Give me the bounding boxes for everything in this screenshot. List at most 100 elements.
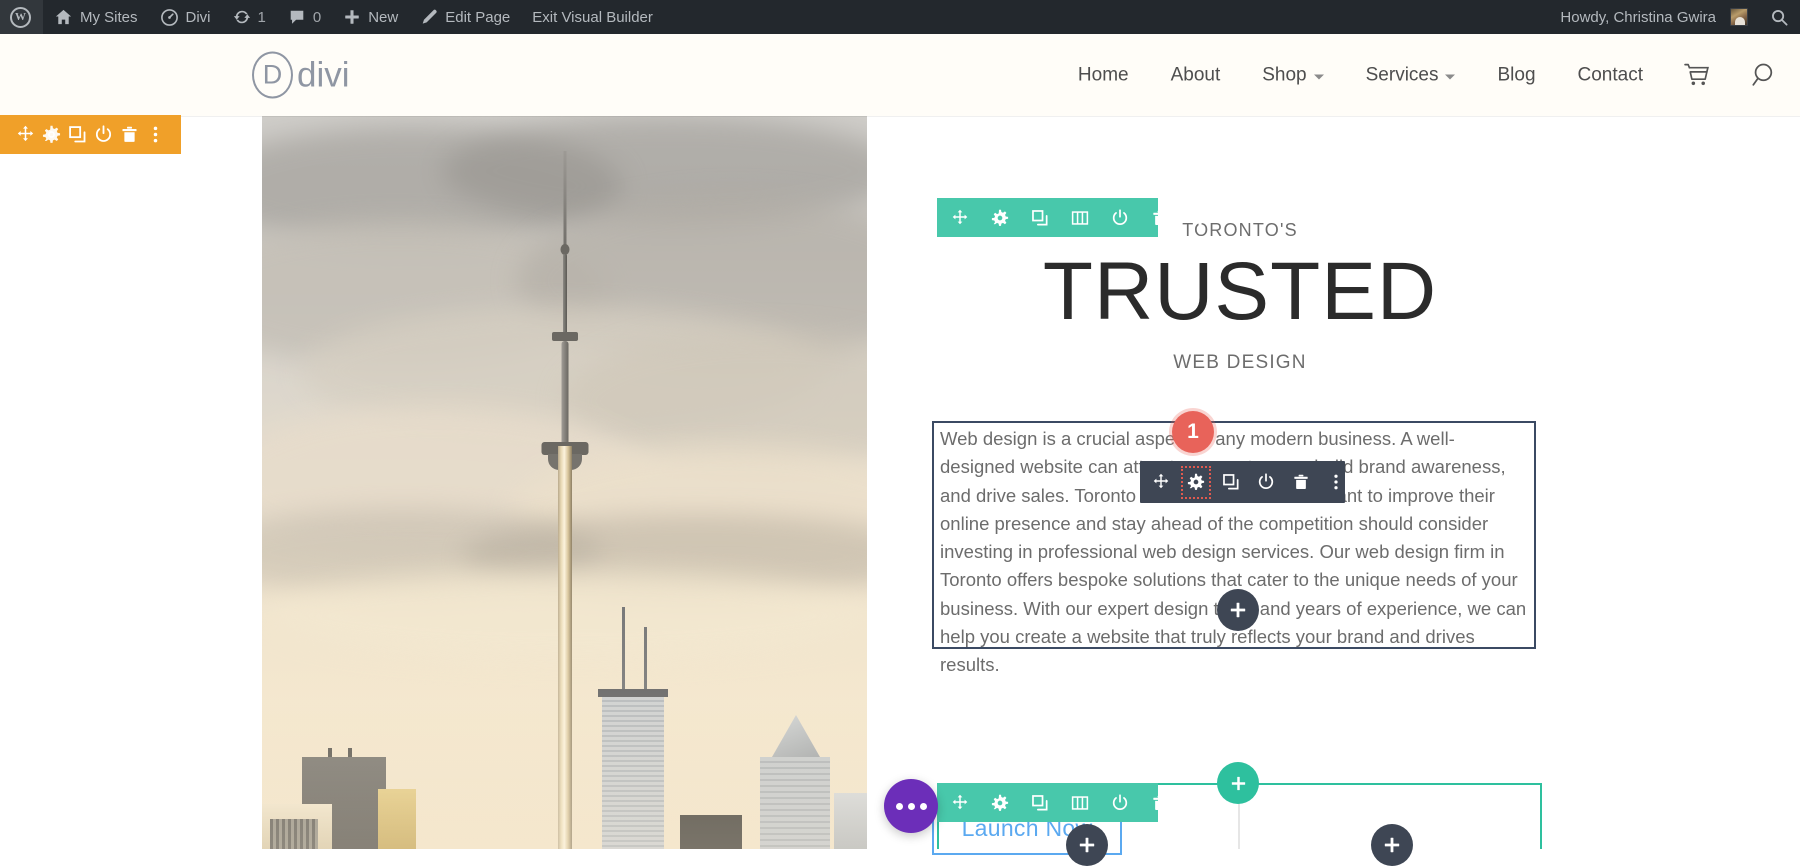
hero-subtitle: WEB DESIGN — [1173, 352, 1307, 373]
comments-count: 0 — [312, 8, 322, 26]
wp-admin-bar: My Sites Divi 1 0 — [0, 0, 1800, 34]
row2-settings-gear-icon[interactable] — [991, 792, 1009, 813]
account-greeting: Howdy, Christina Gwira — [1560, 8, 1716, 26]
cn-tower-shaft — [557, 446, 572, 849]
nav-label: Shop — [1262, 64, 1307, 85]
admin-bar-label: Divi — [185, 8, 211, 26]
row-duplicate-icon[interactable] — [1031, 207, 1049, 228]
nav-item-home[interactable]: Home — [1057, 64, 1150, 86]
module-move-icon[interactable] — [1152, 472, 1170, 493]
plus-icon — [1384, 837, 1400, 853]
cn-tower-skypod — [551, 332, 578, 341]
row-disable-icon[interactable] — [1111, 207, 1129, 228]
search-icon — [1770, 8, 1789, 27]
add-row-button[interactable] — [1217, 762, 1259, 804]
main-navigation: Home About Shop Services Blog Contact — [1057, 61, 1800, 90]
section-move-icon[interactable] — [15, 124, 36, 145]
nav-item-contact[interactable]: Contact — [1557, 64, 1664, 86]
step-badge-1: 1 — [1172, 411, 1214, 453]
comment-bubble-icon — [288, 8, 306, 26]
admin-bar-item-site-name[interactable]: Divi — [149, 0, 222, 34]
module-settings-gear-icon[interactable] — [1181, 465, 1211, 499]
building-left-antenna-a — [328, 748, 332, 757]
admin-bar-item-account[interactable]: Howdy, Christina Gwira — [1549, 0, 1759, 34]
row2-move-icon[interactable] — [951, 792, 969, 813]
admin-bar-item-comments[interactable]: 0 — [277, 0, 332, 34]
chevron-down-icon — [1313, 74, 1324, 79]
section-more-options-icon[interactable] — [145, 124, 166, 145]
row-delete-icon[interactable] — [1151, 207, 1169, 228]
module-delete-icon[interactable] — [1292, 472, 1310, 493]
nav-item-shop[interactable]: Shop — [1241, 64, 1344, 86]
cn-tower-mid-shaft — [561, 341, 568, 451]
building-center-glass-cap — [598, 689, 668, 697]
nav-item-blog[interactable]: Blog — [1476, 64, 1556, 86]
section-toolbar — [0, 115, 181, 154]
updates-count: 1 — [257, 8, 266, 26]
updates-icon — [233, 8, 251, 26]
dot-3 — [919, 802, 927, 810]
admin-bar-search-button[interactable] — [1759, 0, 1800, 34]
admin-bar-label: New — [368, 8, 399, 26]
cart-button[interactable] — [1664, 63, 1731, 88]
row2-delete-icon[interactable] — [1151, 792, 1169, 813]
search-icon — [1751, 61, 1780, 90]
pencil-icon — [420, 8, 438, 26]
admin-bar-item-updates[interactable]: 1 — [222, 0, 277, 34]
hero-image — [262, 116, 867, 849]
module-disable-icon[interactable] — [1257, 472, 1275, 493]
row-column-structure-icon[interactable] — [1071, 207, 1089, 228]
admin-bar-item-wp-logo[interactable] — [0, 0, 43, 34]
nav-item-services[interactable]: Services — [1345, 64, 1477, 86]
building-center-spire-a — [622, 607, 625, 689]
wordpress-icon — [10, 6, 31, 28]
row2-column-structure-icon[interactable] — [1071, 792, 1089, 813]
site-logo[interactable]: D divi — [252, 51, 350, 99]
row2-duplicate-icon[interactable] — [1031, 792, 1049, 813]
admin-bar-item-edit-page[interactable]: Edit Page — [409, 0, 521, 34]
plus-icon — [1230, 602, 1246, 618]
row-settings-gear-icon[interactable] — [991, 207, 1009, 228]
site-header: D divi Home About Shop Services Blog Con… — [0, 34, 1800, 116]
page-settings-button[interactable] — [884, 779, 938, 833]
admin-bar-label: Edit Page — [445, 8, 511, 26]
add-module-button-col1[interactable] — [1066, 824, 1108, 866]
add-module-button-col2[interactable] — [1371, 824, 1413, 866]
admin-bar-item-exit-visual-builder[interactable]: Exit Visual Builder — [521, 0, 664, 34]
cn-tower-upper-shaft — [562, 254, 567, 334]
section-duplicate-icon[interactable] — [67, 124, 88, 145]
nav-label: Services — [1365, 64, 1439, 85]
nav-label: Blog — [1497, 64, 1536, 85]
building-right-tall — [760, 757, 830, 849]
admin-bar-label: My Sites — [80, 8, 138, 26]
admin-bar-item-new[interactable]: New — [332, 0, 409, 34]
plus-icon — [1079, 837, 1095, 853]
section-delete-icon[interactable] — [119, 124, 140, 145]
header-search-button[interactable] — [1731, 61, 1800, 90]
cn-tower-mast — [563, 151, 567, 256]
dashboard-icon — [160, 8, 179, 27]
hero-title: TRUSTED — [1042, 246, 1438, 337]
section-settings-gear-icon[interactable] — [41, 124, 62, 145]
nav-label: About — [1170, 64, 1221, 85]
row2-disable-icon[interactable] — [1111, 792, 1129, 813]
row-move-icon[interactable] — [951, 207, 969, 228]
sites-icon — [54, 8, 73, 27]
nav-item-about[interactable]: About — [1150, 64, 1242, 86]
row-more-options-icon[interactable] — [1191, 207, 1209, 228]
row-toolbar-top — [937, 198, 1202, 237]
building-far-right — [834, 793, 867, 849]
step-badge-number: 1 — [1187, 420, 1199, 443]
plus-icon — [1231, 776, 1245, 790]
section-disable-icon[interactable] — [93, 124, 114, 145]
shopping-cart-icon — [1684, 63, 1711, 88]
add-module-button-hero[interactable] — [1217, 589, 1259, 631]
plus-icon — [343, 8, 361, 26]
chevron-down-icon — [1445, 74, 1456, 79]
module-more-options-icon[interactable] — [1327, 472, 1345, 493]
admin-bar-item-my-sites[interactable]: My Sites — [43, 0, 149, 34]
row-toolbar-bottom — [937, 783, 1202, 822]
nav-label: Home — [1077, 64, 1129, 85]
row2-more-options-icon[interactable] — [1191, 792, 1209, 813]
module-duplicate-icon[interactable] — [1222, 472, 1240, 493]
